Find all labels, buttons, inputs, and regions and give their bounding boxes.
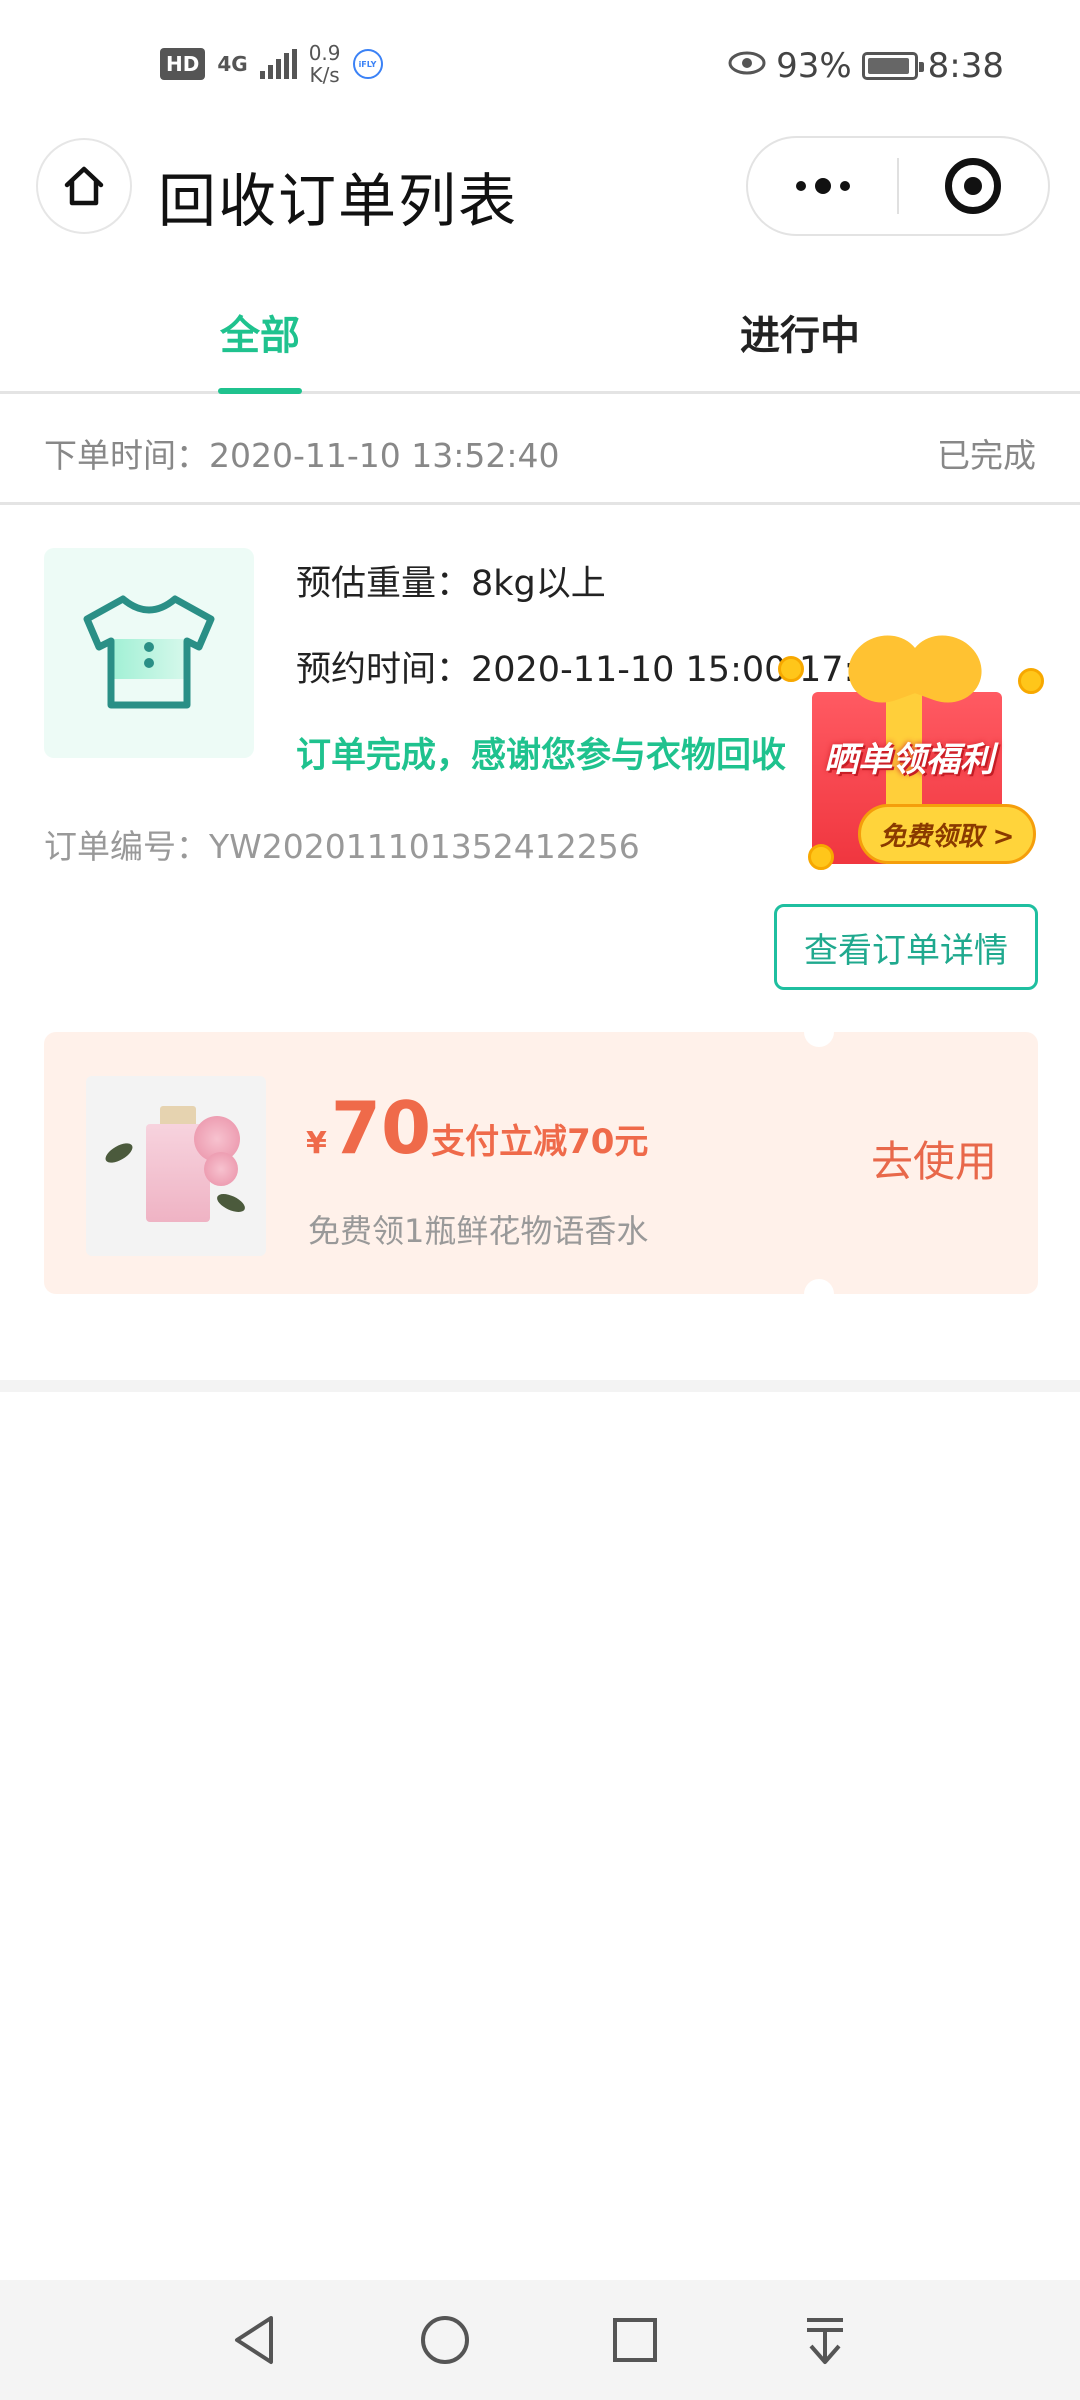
status-left: HD 4G 0.9 K/s iFLY bbox=[160, 42, 383, 86]
battery-icon bbox=[861, 52, 924, 80]
tab-bar: 全部 进行中 bbox=[0, 270, 1080, 394]
free-claim-button[interactable]: 免费领取 > bbox=[858, 804, 1036, 864]
coin-icon bbox=[808, 844, 834, 870]
active-tab-indicator bbox=[218, 388, 302, 394]
close-miniprogram-button[interactable] bbox=[899, 138, 1048, 234]
status-right: 93% 8:38 bbox=[728, 46, 1004, 86]
order-time: 下单时间：2020-11-10 13:52:40 bbox=[44, 436, 560, 475]
clock: 8:38 bbox=[927, 46, 1004, 86]
home-circle-icon[interactable] bbox=[415, 2310, 475, 2370]
more-options-button[interactable] bbox=[748, 138, 897, 234]
coupon-notch-top bbox=[804, 1017, 834, 1047]
coin-icon bbox=[1018, 668, 1044, 694]
coin-icon bbox=[778, 656, 804, 682]
system-nav-bar bbox=[0, 2280, 1080, 2400]
home-button[interactable] bbox=[36, 138, 132, 234]
share-reward-float[interactable]: 晒单领福利 免费领取 > bbox=[778, 612, 1052, 882]
perfume-image bbox=[86, 1076, 266, 1256]
hd-indicator: HD bbox=[160, 48, 206, 80]
page-title: 回收订单列表 bbox=[158, 167, 519, 235]
order-status: 已完成 bbox=[937, 436, 1036, 475]
share-reward-title: 晒单领福利 bbox=[824, 740, 994, 780]
battery-percent: 93% bbox=[776, 46, 852, 86]
shirt-icon bbox=[83, 595, 215, 709]
nav-bar: 回收订单列表 bbox=[0, 136, 1080, 246]
coupon-card[interactable]: ¥ 70 支付立减70元 免费领1瓶鲜花物语香水 去使用 bbox=[44, 1017, 1038, 1309]
eye-icon bbox=[728, 49, 766, 84]
network-type: 4G bbox=[217, 52, 248, 76]
currency-symbol: ¥ bbox=[306, 1126, 327, 1161]
capsule-menu bbox=[746, 136, 1050, 236]
notification-pulldown-icon[interactable] bbox=[795, 2310, 855, 2370]
coupon-description: 支付立减70元 bbox=[431, 1122, 649, 1162]
back-icon[interactable] bbox=[225, 2310, 285, 2370]
signal-icon bbox=[259, 49, 297, 79]
coupon-price: ¥ 70 支付立减70元 bbox=[306, 1092, 648, 1164]
coupon-amount: 70 bbox=[330, 1086, 432, 1170]
tab-all[interactable]: 全部 bbox=[0, 270, 520, 394]
use-coupon-button[interactable]: 去使用 bbox=[834, 1128, 1034, 1189]
coupon-notch-bottom bbox=[804, 1279, 834, 1309]
order-header: 下单时间：2020-11-10 13:52:40 已完成 bbox=[0, 397, 1080, 505]
ifly-icon: iFLY bbox=[352, 49, 383, 79]
order-number: 订单编号：YW202011101352412256 bbox=[44, 827, 640, 866]
tab-in-progress[interactable]: 进行中 bbox=[540, 270, 1060, 394]
network-speed: 0.9 K/s bbox=[309, 42, 341, 86]
target-icon bbox=[945, 158, 1002, 214]
recents-icon[interactable] bbox=[605, 2310, 665, 2370]
coupon-subtitle: 免费领1瓶鲜花物语香水 bbox=[308, 1212, 649, 1250]
view-order-details-button[interactable]: 查看订单详情 bbox=[774, 904, 1038, 990]
speed-unit: K/s bbox=[309, 63, 340, 87]
status-bar: HD 4G 0.9 K/s iFLY 93% 8:38 bbox=[0, 0, 1080, 136]
clothing-thumbnail bbox=[44, 548, 254, 758]
section-divider bbox=[0, 1380, 1080, 1392]
speed-value: 0.9 bbox=[308, 41, 341, 65]
home-icon bbox=[64, 166, 104, 206]
